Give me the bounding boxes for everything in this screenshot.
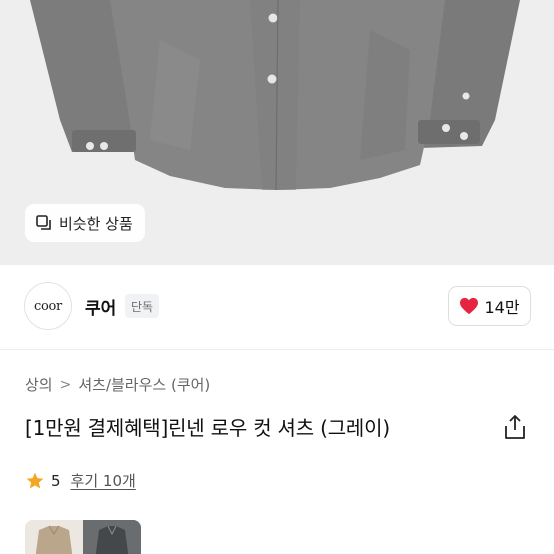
product-image[interactable]: 비슷한 상품 <box>0 0 554 265</box>
thumbnail-strip <box>25 520 141 554</box>
similar-products-button[interactable]: 비슷한 상품 <box>25 204 145 242</box>
product-title: [1만원 결제혜택]린넨 로우 컷 셔츠 (그레이) <box>25 416 390 440</box>
thumbnail-beige[interactable] <box>25 520 83 554</box>
star-icon <box>26 472 44 488</box>
breadcrumb: 상의 > 셔츠/블라우스 (쿠어) <box>25 374 210 395</box>
shop-avatar[interactable]: coor <box>24 282 72 330</box>
exclusive-badge: 단독 <box>125 294 160 318</box>
shop-avatar-text: coor <box>34 298 62 314</box>
share-icon[interactable] <box>503 414 527 440</box>
thumbnail-gray[interactable] <box>83 520 141 554</box>
like-count: 14만 <box>484 298 520 317</box>
similar-products-label: 비슷한 상품 <box>59 214 133 233</box>
rating-score: 5 <box>51 471 61 490</box>
section-divider <box>0 349 554 350</box>
like-button[interactable]: 14만 <box>448 286 531 326</box>
rating-row: 5 후기 10개 <box>25 470 136 491</box>
chevron-right-icon: > <box>59 376 72 393</box>
copy-squares-icon <box>36 215 51 230</box>
heart-icon <box>460 297 479 315</box>
reviews-link[interactable]: 후기 10개 <box>71 470 136 491</box>
breadcrumb-item-subcategory[interactable]: 셔츠/블라우스 (쿠어) <box>78 374 210 395</box>
shop-name[interactable]: 쿠어 <box>85 294 116 319</box>
seller-row: coor 쿠어 단독 14만 <box>0 278 554 334</box>
breadcrumb-item-category[interactable]: 상의 <box>25 374 53 395</box>
